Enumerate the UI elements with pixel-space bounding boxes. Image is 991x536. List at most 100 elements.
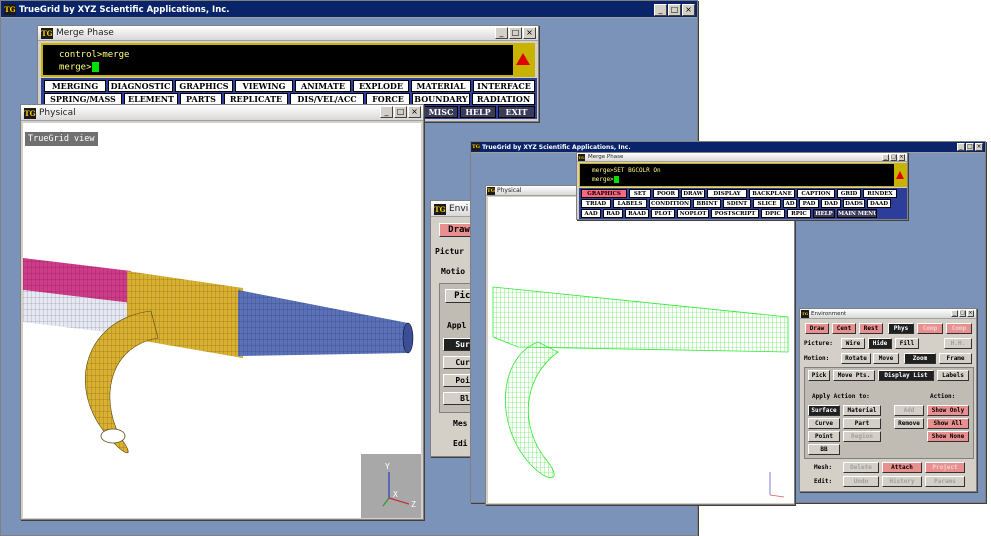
show-none-button[interactable]: Show None	[927, 431, 969, 442]
menu-bbint[interactable]: BBINT	[693, 199, 721, 208]
second-merge-title-bar[interactable]: TG Merge Phase _ □ ×	[577, 153, 907, 162]
menu-radiation[interactable]: RADIATION	[472, 93, 535, 105]
minimize-icon[interactable]: _	[654, 4, 667, 16]
maximize-icon[interactable]: □	[959, 310, 966, 317]
menu-dpic[interactable]: DPIC	[761, 209, 785, 218]
close-icon[interactable]: ×	[975, 143, 983, 151]
menu-diagnostic[interactable]: DIAGNOSTIC	[108, 80, 173, 92]
menu-graphics[interactable]: GRAPHICS	[581, 189, 627, 198]
menu-condition[interactable]: CONDITION	[649, 199, 691, 208]
menu-display[interactable]: DISPLAY	[707, 189, 747, 198]
menu-rad[interactable]: RAD	[603, 209, 623, 218]
comp-alt-button[interactable]: Comp	[946, 323, 972, 334]
curve-button[interactable]: Curve	[808, 418, 840, 429]
menu-slice[interactable]: SLICE	[753, 199, 781, 208]
scroll-up-button[interactable]	[513, 45, 533, 75]
menu-labels[interactable]: LABELS	[613, 199, 647, 208]
maximize-icon[interactable]: □	[890, 154, 897, 161]
menu-grid[interactable]: GRID	[837, 189, 861, 198]
minimize-icon[interactable]: _	[495, 27, 508, 39]
menu-merging[interactable]: MERGING	[44, 80, 106, 92]
menu-poor[interactable]: POOR	[653, 189, 679, 198]
menu-exit[interactable]: EXIT	[498, 106, 535, 118]
viewport[interactable]: TrueGrid view Y X Z	[23, 123, 421, 518]
close-icon[interactable]: ×	[898, 154, 905, 161]
hh-button[interactable]: H.H.	[944, 338, 972, 349]
physical-title-bar[interactable]: TG Physical _ □ ×	[21, 105, 423, 121]
rest-button[interactable]: Rest	[859, 323, 883, 334]
menu-aad[interactable]: AAD	[581, 209, 601, 218]
second-command-console[interactable]: merge>SET BGCOLR On merge>	[579, 163, 907, 187]
comp-button[interactable]: Comp	[917, 323, 943, 334]
menu-ad[interactable]: AD	[783, 199, 797, 208]
menu-draw[interactable]: DRAW	[681, 189, 705, 198]
tab-display-list[interactable]: Display List	[878, 370, 934, 381]
tab-move-pts[interactable]: Move Pts.	[833, 370, 875, 381]
show-all-button[interactable]: Show All	[927, 418, 969, 429]
undo-button[interactable]: Undo	[843, 476, 879, 487]
menu-material[interactable]: MATERIAL	[411, 80, 471, 92]
menu-sdint[interactable]: SDINT	[723, 199, 751, 208]
menu-explode[interactable]: EXPLODE	[353, 80, 409, 92]
bb-button[interactable]: BB	[808, 444, 840, 455]
menu-main-menu[interactable]: MAIN MENU	[837, 209, 877, 218]
minimize-icon[interactable]: _	[882, 154, 889, 161]
close-icon[interactable]: ×	[523, 27, 536, 39]
delete-button[interactable]: Delete	[843, 462, 879, 473]
project-button[interactable]: Project	[925, 462, 965, 473]
attach-button[interactable]: Attach	[882, 462, 922, 473]
history-button[interactable]: History	[882, 476, 922, 487]
menu-interface[interactable]: INTERFACE	[473, 80, 535, 92]
menu-dad[interactable]: DAD	[821, 199, 841, 208]
minimize-icon[interactable]: _	[380, 106, 393, 118]
menu-rpic[interactable]: RPIC	[787, 209, 811, 218]
menu-rindex[interactable]: RINDEX	[863, 189, 897, 198]
menu-pad[interactable]: PAD	[799, 199, 819, 208]
maximize-icon[interactable]: □	[394, 106, 407, 118]
menu-help[interactable]: HELP	[813, 209, 835, 218]
wire-button[interactable]: Wire	[841, 338, 865, 349]
point-button[interactable]: Point	[808, 431, 840, 442]
main-title-bar[interactable]: TG TrueGrid by XYZ Scientific Applicatio…	[1, 1, 697, 18]
phys-button[interactable]: Phys	[888, 323, 914, 334]
tab-pick[interactable]: Pick	[808, 370, 830, 381]
close-icon[interactable]: ×	[408, 106, 421, 118]
zoom-button[interactable]: Zoom	[904, 353, 936, 364]
tab-labels[interactable]: Labels	[937, 370, 969, 381]
menu-dads[interactable]: DADS	[843, 199, 865, 208]
hide-button[interactable]: Hide	[868, 338, 892, 349]
remove-button[interactable]: Remove	[894, 418, 924, 429]
frame-button[interactable]: Frame	[939, 353, 972, 364]
maximize-icon[interactable]: □	[668, 4, 681, 16]
command-console[interactable]: control>merge merge>	[41, 43, 535, 77]
menu-animate[interactable]: ANIMATE	[295, 80, 351, 92]
params-button[interactable]: Params	[925, 476, 965, 487]
menu-set[interactable]: SET	[629, 189, 651, 198]
minimize-icon[interactable]: _	[951, 310, 958, 317]
rotate-button[interactable]: Rotate	[841, 353, 871, 364]
merge-title-bar[interactable]: TG Merge Phase _ □ ×	[38, 26, 538, 41]
second-viewport[interactable]	[488, 197, 794, 503]
draw-button[interactable]: Draw	[805, 323, 829, 334]
scroll-up-button[interactable]	[894, 164, 906, 186]
menu-misc[interactable]: MISC	[424, 106, 458, 118]
menu-caption[interactable]: CAPTION	[797, 189, 835, 198]
surface-button[interactable]: Surface	[808, 405, 840, 416]
menu-noplot[interactable]: NOPLOT	[677, 209, 709, 218]
show-only-button[interactable]: Show Only	[927, 405, 969, 416]
menu-postscript[interactable]: POSTSCRIPT	[711, 209, 759, 218]
menu-viewing[interactable]: VIEWING	[235, 80, 293, 92]
add-button[interactable]: Add	[894, 405, 924, 416]
menu-triad[interactable]: TRIAD	[581, 199, 611, 208]
part-button[interactable]: Part	[843, 418, 881, 429]
menu-graphics[interactable]: GRAPHICS	[175, 80, 233, 92]
maximize-icon[interactable]: □	[966, 143, 974, 151]
material-button[interactable]: Material	[843, 405, 881, 416]
minimize-icon[interactable]: _	[957, 143, 965, 151]
move-button[interactable]: Move	[873, 353, 899, 364]
menu-daad[interactable]: DAAD	[867, 199, 891, 208]
cent-button[interactable]: Cent	[832, 323, 856, 334]
close-icon[interactable]: ×	[967, 310, 974, 317]
close-icon[interactable]: ×	[682, 4, 695, 16]
menu-backplane[interactable]: BACKPLANE	[749, 189, 795, 198]
